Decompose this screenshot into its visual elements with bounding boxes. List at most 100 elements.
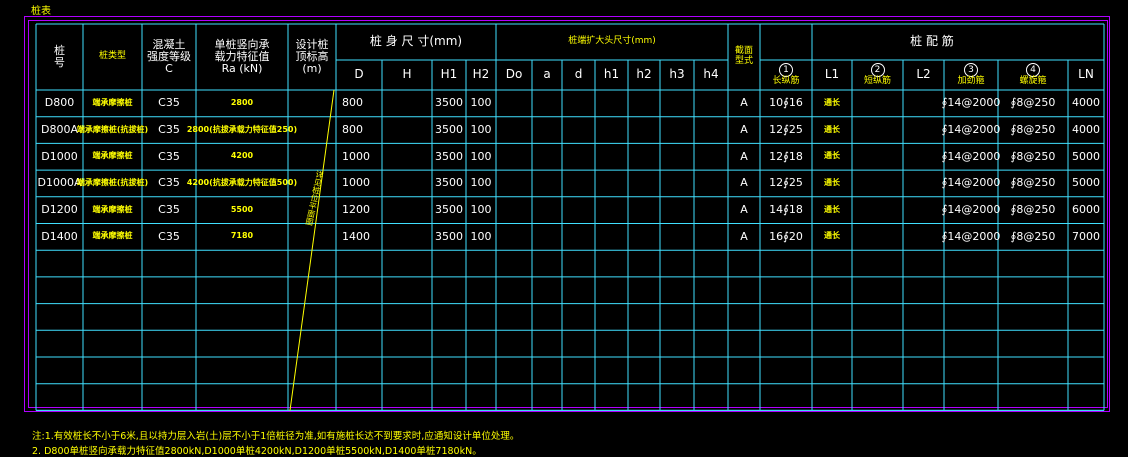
table-cell-H1: 3500	[435, 176, 463, 190]
table-cell-pile-type: 端承摩擦桩(抗拔桩)	[76, 124, 149, 134]
header-rebar-c3: 3 加劲箍	[944, 60, 998, 90]
header-col-H: H	[402, 67, 412, 82]
table-cell-stiffener: ∮14@2000	[941, 229, 1001, 243]
table-cell-long-rebar: 14∮18	[769, 203, 803, 217]
table-cell-LN: 5000	[1072, 176, 1100, 190]
table-cell-long-rebar: 16∮20	[769, 229, 803, 243]
header-rebar-c4: 4 螺旋箍	[998, 60, 1068, 90]
header-rebar-c2: 2 短纵筋	[852, 60, 903, 90]
table-cell-H2: 100	[470, 96, 492, 110]
header-col-d: d	[574, 67, 583, 82]
table-cell-capacity: 2800(抗拔承载力特征值250)	[186, 124, 298, 134]
table-cell-capacity: 2800	[230, 97, 254, 107]
table-cell-pile-type: 端承摩擦桩	[92, 204, 133, 214]
circled-number-c2: 2	[870, 63, 885, 78]
table-cell-pile-type: 端承摩擦桩	[92, 231, 133, 241]
header-capacity: 单桩竖向承 载力特征值 Ra (kN)	[196, 24, 288, 90]
table-cell-capacity: 4200(抗拔承载力特征值500)	[186, 178, 298, 188]
table-cell-pile-type: 端承摩擦桩(抗拔桩)	[76, 178, 149, 188]
table-cell-stiffener: ∮14@2000	[941, 96, 1001, 110]
table-cell-spiral: ∮8@250	[1010, 122, 1056, 136]
header-end-size: 桩端扩大头尺寸(mm)	[568, 36, 656, 47]
rebar-label-c4: 螺旋箍	[1019, 76, 1047, 87]
table-cell-L1: 通长	[824, 204, 840, 214]
table-cell-pile-no: D1400	[41, 229, 78, 243]
header-col-L1: L1	[824, 67, 840, 82]
table-cell-stiffener: ∮14@2000	[941, 122, 1001, 136]
table-cell-LN: 6000	[1072, 203, 1100, 217]
header-pile-type: 桩类型	[98, 51, 126, 62]
header-col-H1: H1	[440, 67, 458, 82]
table-cell-H1: 3500	[435, 149, 463, 163]
header-col-h3: h3	[669, 67, 685, 82]
table-cell-pile-no: D1200	[41, 203, 78, 217]
header-col-D: D	[354, 67, 364, 82]
header-col-L2: L2	[916, 67, 931, 82]
header-pile-no-line-1: 号	[54, 56, 65, 69]
table-cell-spiral: ∮8@250	[1010, 176, 1056, 190]
table-cell-L1: 通长	[824, 178, 840, 188]
table-cell-section: A	[740, 229, 748, 243]
header-elevation-line-2: (m)	[302, 62, 322, 76]
table-cell-LN: 5000	[1072, 149, 1100, 163]
header-rebar-c1: 1 长纵筋	[760, 60, 812, 90]
table-cell-LN: 4000	[1072, 122, 1100, 136]
table-cell-stiffener: ∮14@2000	[941, 176, 1001, 190]
table-cell-spiral: ∮8@250	[1010, 229, 1056, 243]
table-cell-D: 1000	[342, 149, 370, 163]
table-cell-H2: 100	[470, 203, 492, 217]
header-col-H2: H2	[472, 67, 490, 82]
table-cell-capacity: 5500	[230, 204, 254, 214]
circled-number-c1: 1	[779, 63, 793, 78]
table-cell-pile-type: 端承摩擦桩	[92, 97, 133, 107]
table-cell-L1: 通长	[824, 231, 840, 241]
table-cell-long-rebar: 12∮25	[769, 122, 803, 136]
header-col-h4: h4	[703, 67, 719, 82]
table-cell-long-rebar: 12∮25	[769, 176, 803, 190]
table-cell-concrete: C35	[158, 96, 180, 110]
table-cell-capacity: 7180	[230, 231, 254, 241]
table-cell-H2: 100	[470, 229, 492, 243]
header-pile-no: 桩号	[36, 24, 83, 90]
table-cell-spiral: ∮8@250	[1010, 203, 1056, 217]
table-cell-concrete: C35	[158, 203, 180, 217]
header-col-h2: h2	[636, 67, 652, 82]
table-cell-section: A	[740, 96, 748, 110]
table-cell-stiffener: ∮14@2000	[941, 149, 1001, 163]
table-cell-H1: 3500	[435, 96, 463, 110]
table-cell-L1: 通长	[824, 97, 840, 107]
table-cell-D: 1200	[342, 203, 370, 217]
table-cell-D: 800	[342, 96, 363, 110]
table-cell-H2: 100	[470, 176, 492, 190]
table-cell-H1: 3500	[435, 203, 463, 217]
table-cell-capacity: 4200	[230, 151, 254, 161]
table-cell-pile-no: D800	[44, 96, 75, 110]
header-body-size: 桩 身 尺 寸(mm)	[369, 34, 463, 49]
table-cell-L1: 通长	[824, 151, 840, 161]
header-col-Do: Do	[505, 67, 523, 82]
circled-number-c4: 4	[1026, 63, 1040, 78]
table-cell-spiral: ∮8@250	[1010, 96, 1056, 110]
table-cell-long-rebar: 10∮16	[769, 96, 803, 110]
header-col-LN: LN	[1078, 67, 1094, 82]
header-concrete-line-2: C	[165, 62, 173, 76]
table-cell-L1: 通长	[824, 124, 840, 134]
table-cell-pile-no: D1000	[41, 149, 78, 163]
table-cell-pile-type: 端承摩擦桩	[92, 151, 133, 161]
table-cell-section: A	[740, 203, 748, 217]
header-col-h1: h1	[603, 67, 620, 82]
table-cell-LN: 4000	[1072, 96, 1100, 110]
table-cell-D: 800	[342, 122, 363, 136]
table-cell-section: A	[740, 122, 748, 136]
header-col-a: a	[543, 67, 551, 82]
header-rebar: 桩 配 筋	[910, 34, 954, 49]
table-cell-stiffener: ∮14@2000	[941, 203, 1001, 217]
table-cell-H2: 100	[470, 122, 492, 136]
table-cell-H2: 100	[470, 149, 492, 163]
rebar-label-c2: 短纵筋	[863, 76, 891, 87]
rebar-label-c3: 加劲箍	[957, 76, 985, 87]
table-cell-H1: 3500	[435, 229, 463, 243]
table-cell-section: A	[740, 176, 748, 190]
table-cell-spiral: ∮8@250	[1010, 149, 1056, 163]
table-cell-D: 1000	[342, 176, 370, 190]
